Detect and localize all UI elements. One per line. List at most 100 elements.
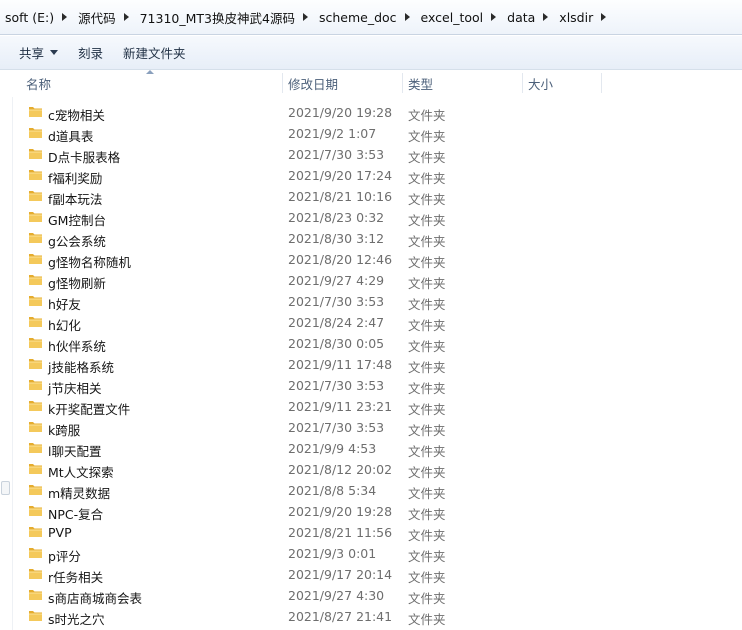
folder-icon — [29, 212, 42, 222]
file-modified-date: 2021/9/9 4:53 — [288, 441, 377, 456]
file-row[interactable]: d道具表 2021/9/2 1:07 文件夹 — [0, 123, 742, 144]
file-name: j技能格系统 — [48, 360, 114, 375]
file-row[interactable]: f副本玩法 2021/8/21 10:16 文件夹 — [0, 186, 742, 207]
file-type: 文件夹 — [408, 612, 446, 627]
breadcrumb-item-label: excel_tool — [420, 9, 484, 25]
file-row[interactable]: g怪物刷新 2021/9/27 4:29 文件夹 — [0, 270, 742, 291]
chevron-right-icon[interactable] — [601, 13, 607, 21]
chevron-right-icon[interactable] — [302, 13, 308, 21]
column-header-type[interactable]: 类型 — [402, 71, 522, 95]
breadcrumb-item[interactable]: 源代码 — [76, 6, 138, 28]
file-row[interactable]: h好友 2021/7/30 3:53 文件夹 — [0, 291, 742, 312]
file-modified-date: 2021/9/20 19:28 — [288, 105, 393, 120]
file-modified-date: 2021/9/11 23:21 — [288, 399, 393, 414]
file-row[interactable]: r任务相关 2021/9/17 20:14 文件夹 — [0, 564, 742, 585]
file-type: 文件夹 — [408, 465, 446, 480]
column-divider[interactable] — [601, 73, 602, 93]
file-row[interactable]: NPC-复合 2021/9/20 19:28 文件夹 — [0, 501, 742, 522]
file-row[interactable]: p评分 2021/9/3 0:01 文件夹 — [0, 543, 742, 564]
file-name: Mt人文探索 — [48, 465, 114, 480]
file-row[interactable]: h幻化 2021/8/24 2:47 文件夹 — [0, 312, 742, 333]
file-modified-date: 2021/8/8 5:34 — [288, 483, 377, 498]
file-name: PVP — [48, 525, 72, 540]
address-bar[interactable]: soft (E:) 源代码 71310_MT3换皮神武4源码 scheme_doc ex… — [0, 0, 742, 35]
breadcrumb-item[interactable]: scheme_doc — [317, 6, 419, 28]
file-modified-date: 2021/8/21 11:56 — [288, 525, 393, 540]
file-modified-date: 2021/8/20 12:46 — [288, 252, 393, 267]
new-folder-button[interactable]: 新建文件夹 — [113, 41, 196, 65]
folder-icon — [29, 128, 42, 138]
chevron-right-icon[interactable] — [62, 13, 68, 21]
file-name: j节庆相关 — [48, 381, 102, 396]
file-type: 文件夹 — [408, 444, 446, 459]
file-row[interactable]: s商店商城商会表 2021/9/27 4:30 文件夹 — [0, 585, 742, 606]
file-name: c宠物相关 — [48, 108, 105, 123]
file-type: 文件夹 — [408, 549, 446, 564]
file-row[interactable]: f福利奖励 2021/9/20 17:24 文件夹 — [0, 165, 742, 186]
column-header-size[interactable]: 大小 — [522, 71, 602, 95]
file-type: 文件夹 — [408, 591, 446, 606]
file-row[interactable]: k跨服 2021/7/30 3:53 文件夹 — [0, 417, 742, 438]
folder-icon — [29, 296, 42, 306]
breadcrumb-item[interactable]: soft (E:) — [3, 6, 76, 28]
chevron-right-icon[interactable] — [543, 13, 549, 21]
file-row[interactable]: g公会系统 2021/8/30 3:12 文件夹 — [0, 228, 742, 249]
file-row[interactable]: GM控制台 2021/8/23 0:32 文件夹 — [0, 207, 742, 228]
file-row[interactable]: j节庆相关 2021/7/30 3:53 文件夹 — [0, 375, 742, 396]
breadcrumb-item-label: soft (E:) — [5, 9, 55, 25]
folder-icon — [29, 527, 42, 537]
folder-icon — [29, 485, 42, 495]
file-row[interactable]: c宠物相关 2021/9/20 19:28 文件夹 — [0, 102, 742, 123]
file-type: 文件夹 — [408, 360, 446, 375]
file-type: 文件夹 — [408, 318, 446, 333]
file-modified-date: 2021/8/21 10:16 — [288, 189, 393, 204]
file-name: g怪物刷新 — [48, 276, 106, 291]
file-name: s时光之穴 — [48, 612, 105, 627]
file-type: 文件夹 — [408, 423, 446, 438]
column-header-modified-label: 修改日期 — [288, 76, 339, 92]
file-modified-date: 2021/8/23 0:32 — [288, 210, 385, 225]
folder-icon — [29, 443, 42, 453]
column-header-name[interactable]: 名称 — [20, 71, 282, 95]
burn-button[interactable]: 刻录 — [68, 41, 113, 65]
chevron-right-icon[interactable] — [123, 13, 129, 21]
breadcrumb-item[interactable]: 71310_MT3换皮神武4源码 — [138, 6, 317, 28]
file-row[interactable]: h伙伴系统 2021/8/30 0:05 文件夹 — [0, 333, 742, 354]
file-name: s商店商城商会表 — [48, 591, 143, 606]
file-row[interactable]: D点卡服表格 2021/7/30 3:53 文件夹 — [0, 144, 742, 165]
file-modified-date: 2021/8/30 0:05 — [288, 336, 385, 351]
file-row[interactable]: l聊天配置 2021/9/9 4:53 文件夹 — [0, 438, 742, 459]
folder-icon — [29, 191, 42, 201]
file-name: D点卡服表格 — [48, 150, 121, 165]
file-row[interactable]: Mt人文探索 2021/8/12 20:02 文件夹 — [0, 459, 742, 480]
file-row[interactable]: j技能格系统 2021/9/11 17:48 文件夹 — [0, 354, 742, 375]
folder-icon — [29, 317, 42, 327]
folder-icon — [29, 611, 42, 621]
file-row[interactable]: m精灵数据 2021/8/8 5:34 文件夹 — [0, 480, 742, 501]
folder-icon — [29, 254, 42, 264]
file-modified-date: 2021/8/12 20:02 — [288, 462, 393, 477]
share-button[interactable]: 共享 — [9, 41, 68, 65]
file-modified-date: 2021/7/30 3:53 — [288, 294, 385, 309]
file-row[interactable]: PVP 2021/8/21 11:56 文件夹 — [0, 522, 742, 543]
chevron-right-icon[interactable] — [404, 13, 410, 21]
file-type: 文件夹 — [408, 108, 446, 123]
column-header-modified[interactable]: 修改日期 — [282, 71, 402, 95]
file-name: GM控制台 — [48, 213, 106, 228]
file-name: NPC-复合 — [48, 507, 104, 522]
file-row[interactable]: g怪物名称随机 2021/8/20 12:46 文件夹 — [0, 249, 742, 270]
file-name: m精灵数据 — [48, 486, 111, 501]
breadcrumb-item[interactable]: data — [505, 6, 557, 28]
file-modified-date: 2021/7/30 3:53 — [288, 147, 385, 162]
folder-icon — [29, 107, 42, 117]
column-header-size-label: 大小 — [528, 76, 554, 92]
file-name: d道具表 — [48, 129, 94, 144]
file-name: h伙伴系统 — [48, 339, 106, 354]
breadcrumb-item[interactable]: xlsdir — [557, 6, 615, 28]
chevron-right-icon[interactable] — [491, 13, 497, 21]
file-row[interactable]: s时光之穴 2021/8/27 21:41 文件夹 — [0, 606, 742, 627]
column-header-name-label: 名称 — [26, 76, 52, 92]
file-row[interactable]: k开奖配置文件 2021/9/11 23:21 文件夹 — [0, 396, 742, 417]
new-folder-button-label: 新建文件夹 — [123, 46, 186, 61]
breadcrumb-item[interactable]: excel_tool — [419, 6, 506, 28]
